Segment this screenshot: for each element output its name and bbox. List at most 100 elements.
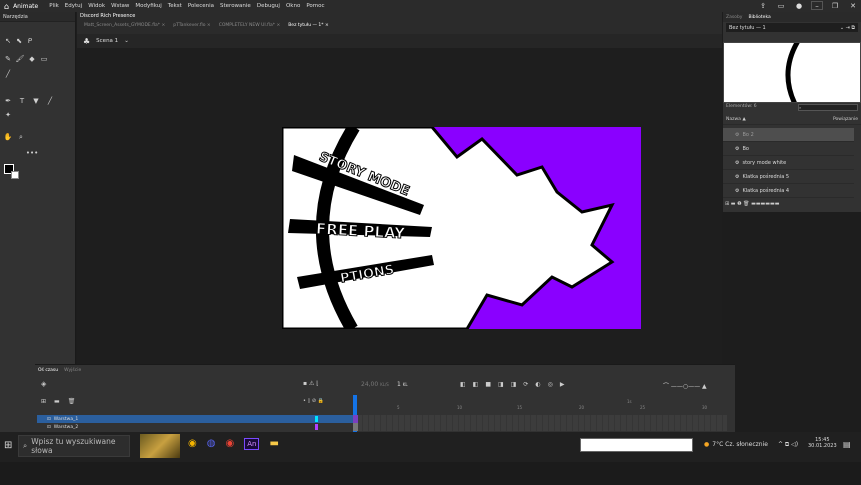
tab-output[interactable]: Wyjście	[64, 368, 81, 373]
weather-widget[interactable]: ● 7°C Cz. słonecznie	[704, 441, 768, 448]
layers-icon[interactable]: ◈	[41, 380, 46, 388]
menu-debuguj[interactable]: Debuguj	[254, 3, 283, 9]
list-item[interactable]: ⚙ Bo	[723, 142, 854, 156]
keyframe[interactable]	[353, 423, 358, 431]
rectangle-tool-icon[interactable]: ▭	[39, 54, 49, 64]
list-item[interactable]: ⚙ story mode white	[723, 156, 854, 170]
onion-skin-icon[interactable]: ◎	[548, 381, 553, 388]
chevron-down-icon[interactable]: ⌄	[124, 38, 129, 44]
folder-icon[interactable]: ▬	[54, 398, 60, 405]
minimize-button[interactable]: –	[811, 1, 823, 10]
windows-start-icon[interactable]: ⊞	[4, 440, 12, 451]
more-tools-icon[interactable]: •••	[26, 148, 38, 158]
menu-pomoc[interactable]: Pomoc	[303, 3, 327, 9]
eyedropper-icon[interactable]: ╱	[45, 96, 55, 106]
menu-tekst[interactable]: Tekst	[165, 3, 185, 9]
fill-color-swatch[interactable]	[10, 170, 20, 180]
clock[interactable]: 15:45 30.01.2023	[808, 437, 837, 449]
subselection-tool-icon[interactable]: ⬉	[14, 36, 24, 46]
file-explorer-icon[interactable]: ▬	[269, 438, 278, 450]
tab-library[interactable]: Biblioteka	[748, 15, 770, 20]
chrome-alt-icon[interactable]: ◉	[225, 438, 234, 450]
hand-tool-icon[interactable]: ✋	[3, 132, 13, 142]
layer-row-2[interactable]: ⊡ Warstwa_2	[37, 423, 354, 431]
symbol-icon: ⚙	[735, 173, 740, 180]
home-icon[interactable]: ⌂	[4, 2, 9, 11]
tab-document-3[interactable]: COMPLETELY NEW UI.fla* ×	[215, 23, 285, 28]
scene-icon[interactable]: ♣	[83, 37, 90, 46]
lasso-tool-icon[interactable]: ᑭ	[25, 36, 35, 46]
layer-visibility-icons[interactable]: • ▯ ⊘ 🔒	[303, 398, 324, 404]
menu-widok[interactable]: Widok	[85, 3, 108, 9]
zoom-slider[interactable]: ⌒ ——○—— ▲	[663, 381, 707, 390]
discord-icon[interactable]: ◍	[207, 438, 216, 450]
tab-document-1[interactable]: Matt_Screen_Assets_GYMODE.fla* ×	[80, 23, 169, 28]
weather-icon: ●	[704, 441, 710, 448]
close-button[interactable]: ✕	[847, 1, 859, 10]
system-tray-icons[interactable]: ^ ⧉ ◁)	[778, 441, 798, 449]
library-document-select[interactable]: Bez tytułu — 1 ⌄ ⇥ ⧉	[726, 23, 858, 32]
layer-row-1[interactable]: ⊡ Warstwa_1	[37, 415, 354, 423]
frame-value: 1	[397, 381, 401, 388]
brush-tool-icon[interactable]: 🖌	[15, 54, 25, 64]
tab-timeline[interactable]: Oś czasu	[38, 368, 58, 373]
tab-assets[interactable]: Zasoby	[726, 15, 742, 20]
taskbar-search-input[interactable]: ⌕ Wpisz tu wyszukiwane słowa	[18, 435, 130, 457]
panel-icon[interactable]: ▭	[775, 1, 787, 10]
search-highlight-image[interactable]	[140, 434, 180, 458]
chrome-icon[interactable]: ◉	[188, 438, 197, 450]
next-frame-icon[interactable]: ◨	[498, 381, 504, 388]
eraser-tool-icon[interactable]: ◆	[27, 54, 37, 64]
library-search-input[interactable]: ⌕	[798, 104, 858, 111]
trash-icon[interactable]: 🗑	[68, 398, 76, 405]
list-item[interactable]: ⚙ Klatka pośrednia 5	[723, 170, 854, 184]
share-icon[interactable]: ⇪	[757, 1, 769, 10]
fps-display[interactable]: 24,00 KL/S	[361, 381, 389, 388]
keyframe[interactable]	[353, 415, 358, 423]
pin-tool-icon[interactable]: ✦	[3, 110, 13, 120]
library-footer-icons[interactable]: ⊞ ▬ ❶ 🗑 ▬▬▬▬▬▬	[725, 201, 779, 207]
play-icon[interactable]: ●	[793, 1, 805, 10]
pen-tool-icon[interactable]: ✒	[3, 96, 13, 106]
menu-wstaw[interactable]: Wstaw	[108, 3, 132, 9]
playback-controls[interactable]: ◧ ◧ ■ ◨ ◨ ⟳ ◐ ◎ ▶	[460, 381, 565, 388]
frame-grid[interactable]	[357, 415, 727, 431]
ruler-tick: 5	[397, 405, 400, 410]
menu-okno[interactable]: Okno	[283, 3, 303, 9]
tab-document-2[interactable]: pTTankever.flo ×	[169, 23, 214, 28]
stop-icon[interactable]: ■	[485, 381, 491, 388]
layer-actions[interactable]: ⊞ ▬ 🗑	[41, 398, 75, 405]
prev-frame-icon[interactable]: ◧	[473, 381, 479, 388]
frame-display[interactable]: 1 KL	[397, 381, 408, 388]
first-frame-icon[interactable]: ◧	[460, 381, 466, 388]
last-frame-icon[interactable]: ◨	[511, 381, 517, 388]
line-tool-icon[interactable]: ╱	[3, 69, 13, 79]
selection-tool-icon[interactable]: ↖	[3, 36, 13, 46]
tab-document-4[interactable]: Bez tytułu — 1* ×	[284, 23, 333, 28]
timeline-view-icons[interactable]: ▪ ⚠ ⌊	[303, 380, 319, 387]
restore-button[interactable]: ❐	[829, 1, 841, 10]
paint-bucket-icon[interactable]: ▼	[31, 96, 41, 106]
pencil-tool-icon[interactable]: ✎	[3, 54, 13, 64]
camera-icon[interactable]: ◐	[535, 381, 540, 388]
notification-icon[interactable]: ▤	[843, 440, 851, 449]
menu-edytuj[interactable]: Edytuj	[62, 3, 85, 9]
menu-sterowanie[interactable]: Sterowanie	[217, 3, 254, 9]
text-tool-icon[interactable]: T	[17, 96, 27, 106]
scene-label[interactable]: Scena 1	[96, 38, 118, 44]
list-item[interactable]: ⚙ Bo 2	[723, 128, 854, 142]
menu-modyfikuj[interactable]: Modyfikuj	[132, 3, 164, 9]
menu-plik[interactable]: Plik	[46, 3, 62, 9]
stage-canvas[interactable]: STORY MODE FREE PLAY PTIONS	[282, 127, 641, 329]
animate-icon[interactable]: An	[244, 438, 260, 450]
add-layer-icon[interactable]: ⊞	[41, 398, 46, 405]
taskbar-input[interactable]	[580, 438, 693, 452]
menu-polecenia[interactable]: Polecenia	[185, 3, 217, 9]
play-button[interactable]: ▶	[560, 381, 565, 388]
name-column-header[interactable]: Nazwa ▲	[726, 117, 746, 122]
bottom-strip	[0, 462, 861, 485]
linkage-column-header[interactable]: Powiązanie	[833, 117, 858, 122]
list-item[interactable]: ⚙ Klatka pośrednia 4	[723, 184, 854, 198]
zoom-tool-icon[interactable]: ⌕	[16, 132, 26, 142]
loop-icon[interactable]: ⟳	[523, 381, 528, 388]
